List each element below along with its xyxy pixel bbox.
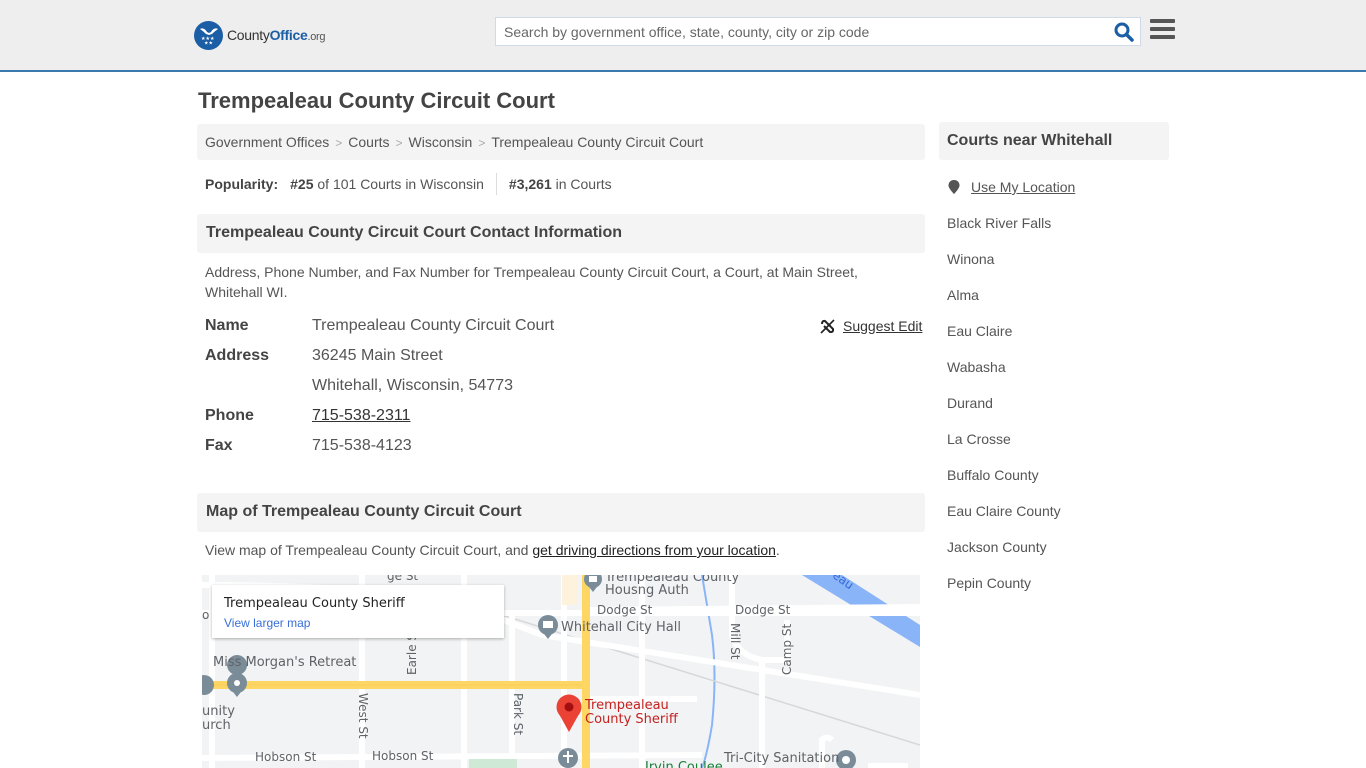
commercial-area [562,575,577,605]
nearby-court-link[interactable]: Buffalo County [947,465,1075,501]
nearby-court-link[interactable]: Pepin County [947,573,1075,609]
search-icon[interactable] [1114,22,1134,42]
location-marker-pin [556,694,582,732]
contact-heading: Trempealeau County Circuit Court Contact… [197,214,925,253]
view-larger-map-link[interactable]: View larger map [224,616,492,630]
name-row: Name Trempealeau County Circuit Court [205,317,554,335]
nearby-court-link[interactable]: Black River Falls [947,213,1075,249]
national-rank: #3,261 [508,176,552,192]
svg-text:★★: ★★ [204,41,213,46]
contact-description: Address, Phone Number, and Fax Number fo… [205,264,858,300]
fax-label: Fax [205,437,233,454]
nearby-court-link[interactable]: Wabasha [947,357,1075,393]
address-row-2: Whitehall, Wisconsin, 54773 [205,377,513,395]
map-label-camp-st: Camp St [780,623,794,675]
map-description: View map of Trempealeau County Circuit C… [205,542,780,558]
use-my-location-link[interactable]: Use My Location [947,177,1075,213]
nearby-court-link[interactable]: Jackson County [947,537,1075,573]
map-marker-icon [948,180,960,194]
hamburger-menu-icon[interactable] [1150,19,1175,41]
name-label: Name [205,317,249,334]
nearby-court-link[interactable]: Durand [947,393,1075,429]
breadcrumb-separator: > [395,136,403,150]
state-rank-text: of 101 Courts in Wisconsin [317,176,484,192]
address-row: Address 36245 Main Street [205,347,443,365]
map-info-box: Trempealeau County Sheriff View larger m… [212,585,504,638]
suggest-edit-link[interactable]: Suggest Edit [820,318,922,334]
page-title: Trempealeau County Circuit Court [198,88,555,113]
breadcrumb: Government Offices > Courts > Wisconsin > Trem… [197,124,925,160]
nearby-courts-list: Use My Location Black River Falls Winona… [947,177,1075,609]
national-rank-text: in Courts [555,176,612,192]
map-label-dodge-st: Dodge St [597,603,653,617]
map-label-mill-st: Mill St [728,623,742,660]
map-label-city-hall: Whitehall City Hall [561,620,681,635]
nearby-court-link[interactable]: Winona [947,249,1075,285]
map-label-dodge-st-2: Dodge St [735,603,791,617]
site-logo[interactable]: ★★★ ★★ CountyOffice.org [194,20,326,50]
map-zoom-control [868,763,908,768]
map-label-park-st: Park St [511,693,525,736]
map-label-miss-morgans: Miss Morgan's Retreat [213,655,357,670]
fax-row: Fax 715-538-4123 [205,437,412,455]
suggest-edit-label[interactable]: Suggest Edit [843,318,922,334]
address-line1: 36245 Main Street [312,347,443,364]
popularity-label: Popularity: [205,176,279,192]
top-header: ★★★ ★★ CountyOffice.org [0,0,1366,72]
search-input[interactable] [496,18,1096,45]
sidebar-heading: Courts near Whitehall [939,122,1169,160]
address-line2: Whitehall, Wisconsin, 54773 [312,377,513,394]
embedded-map[interactable]: ge St o Trempealeau County Housng Auth Do… [202,575,920,768]
address-label: Address [205,347,270,364]
search-box [495,17,1141,46]
map-label-hobson-st: Hobson St [255,750,317,764]
broken-link-icon [820,318,835,334]
phone-row: Phone 715-538-2311 [205,407,410,425]
breadcrumb-courts[interactable]: Courts [348,134,389,150]
map-label-housing-auth: Trempealeau County Housng Auth [605,575,740,598]
nearby-court-link[interactable]: Eau Claire County [947,501,1075,537]
breadcrumb-current: Trempealeau County Circuit Court [491,134,704,150]
map-label-irvin-coulee: Irvin Coulee [645,760,723,768]
logo-text: CountyOffice.org [227,27,326,43]
fax-value: 715-538-4123 [312,437,412,454]
breadcrumb-separator: > [335,136,343,150]
phone-label: Phone [205,407,254,424]
breadcrumb-separator: > [478,136,486,150]
state-rank: #25 [290,176,314,192]
map-label-hobson-st-2: Hobson St [372,749,434,763]
map-label-tri-city-sanitation: Tri-City Sanitation [724,751,840,766]
map-label-church: unity urch [202,704,235,733]
popularity: Popularity: #25 of 101 Courts in Wiscons… [205,173,612,195]
nearby-court-link[interactable]: La Crosse [947,429,1075,465]
map-label-sheriff: Trempealeau County Sheriff [585,698,678,727]
nearby-court-link[interactable]: Alma [947,285,1075,321]
driving-directions-link[interactable]: get driving directions from your locatio… [532,542,776,558]
phone-link[interactable]: 715-538-2311 [312,407,410,424]
eagle-logo-icon: ★★★ ★★ [194,20,223,50]
info-box-title: Trempealeau County Sheriff [224,596,405,611]
name-value: Trempealeau County Circuit Court [312,317,555,334]
nearby-court-link[interactable]: Eau Claire [947,321,1075,357]
map-heading: Map of Trempealeau County Circuit Court [197,493,925,532]
park-area [469,759,517,768]
map-label-west-st: West St [356,693,370,739]
breadcrumb-wisconsin[interactable]: Wisconsin [409,134,473,150]
divider [495,173,497,195]
stream [701,575,716,768]
breadcrumb-government-offices[interactable]: Government Offices [205,134,329,150]
